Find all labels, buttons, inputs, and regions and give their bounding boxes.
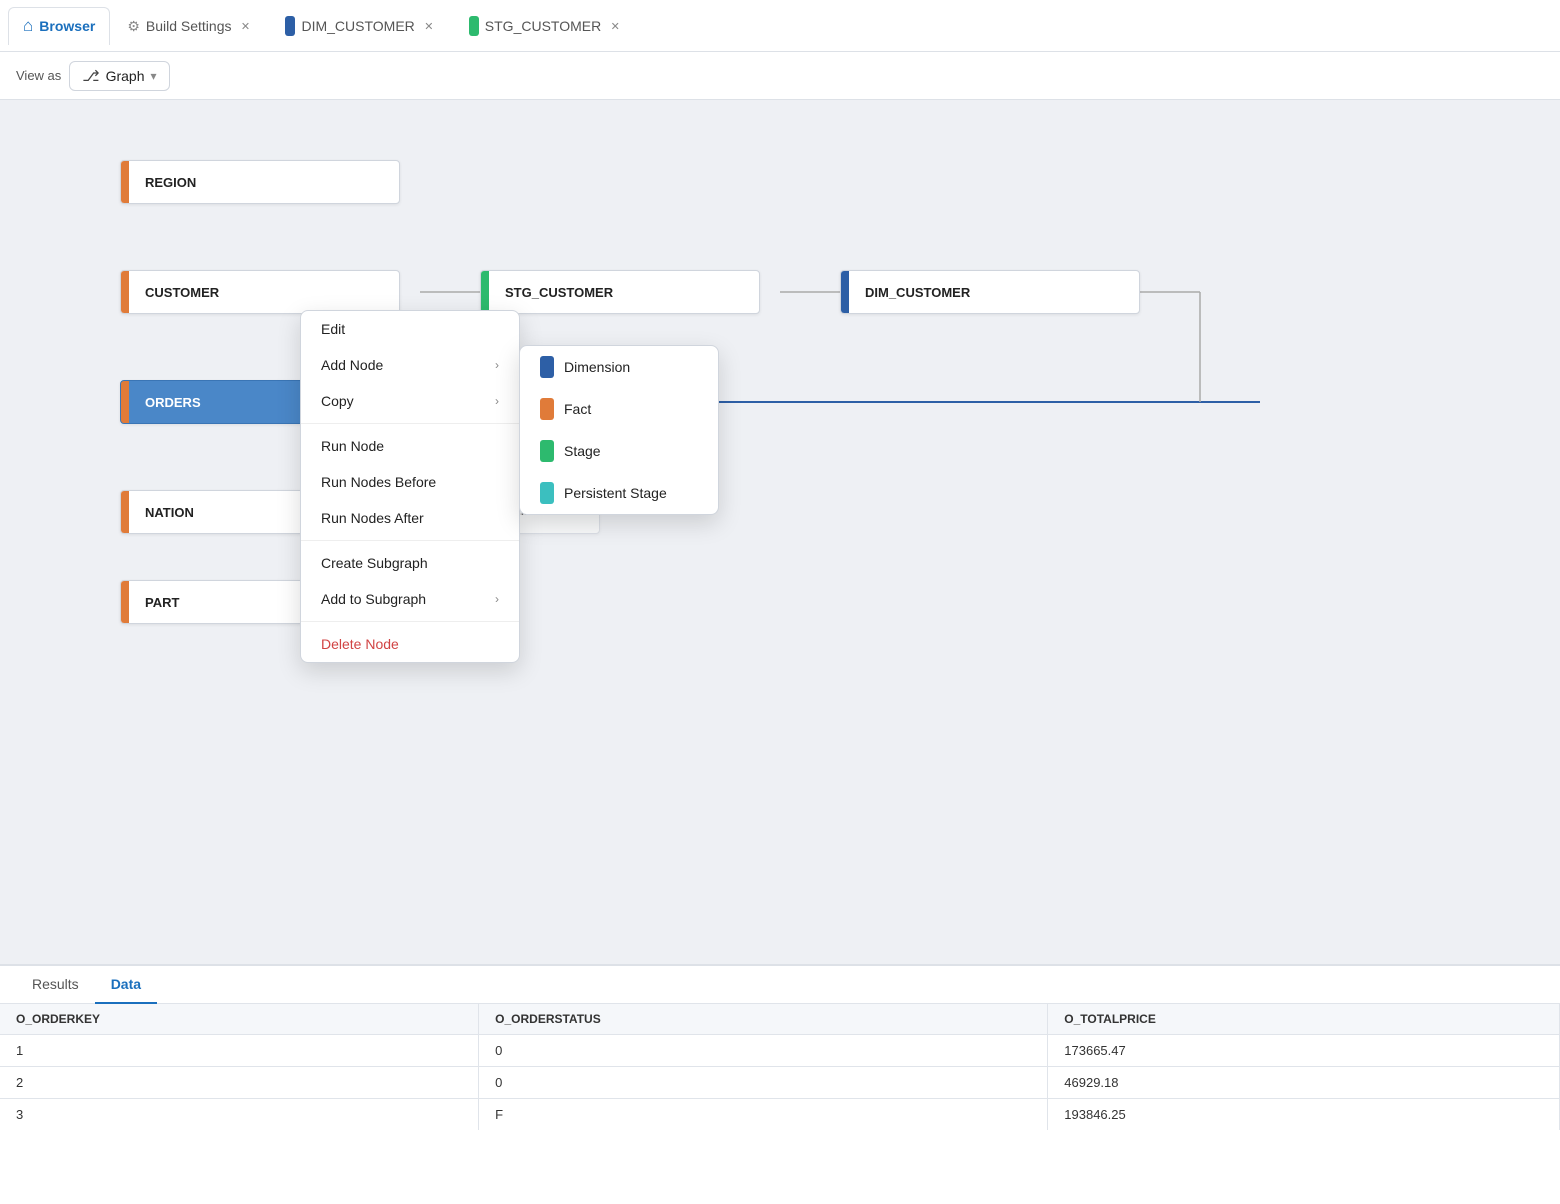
- close-dim-customer[interactable]: ✕: [421, 18, 437, 34]
- submenu-fact-label: Fact: [564, 401, 591, 417]
- col-header-orderstatus: O_ORDERSTATUS: [479, 1004, 1048, 1035]
- divider-3: [301, 621, 519, 622]
- node-stg-customer[interactable]: STG_CUSTOMER: [480, 270, 760, 314]
- submenu-stage-label: Stage: [564, 443, 601, 459]
- tab-dim-customer-label: DIM_CUSTOMER: [301, 18, 414, 34]
- menu-item-add-node[interactable]: Add Node › Dimension Fact Stage: [301, 347, 519, 383]
- submenu-dimension-label: Dimension: [564, 359, 630, 375]
- persistent-dot: [540, 482, 554, 504]
- fact-dot: [540, 398, 554, 420]
- table-cell: 3: [0, 1099, 479, 1131]
- menu-item-add-subgraph[interactable]: Add to Subgraph ›: [301, 581, 519, 617]
- table-cell: 1: [0, 1035, 479, 1067]
- node-dim-customer[interactable]: DIM_CUSTOMER: [840, 270, 1140, 314]
- menu-add-subgraph-label: Add to Subgraph: [321, 591, 426, 607]
- table-row: 3F193846.25: [0, 1099, 1560, 1131]
- view-mode-label: Graph: [106, 68, 145, 84]
- tab-stg-customer[interactable]: STG_CUSTOMER ✕: [454, 7, 638, 45]
- tab-browser-label: Browser: [39, 18, 95, 34]
- table-header-row: O_ORDERKEY O_ORDERSTATUS O_TOTALPRICE: [0, 1004, 1560, 1035]
- divider-1: [301, 423, 519, 424]
- graph-icon: ⎇: [82, 67, 99, 85]
- submenu-fact[interactable]: Fact: [520, 388, 718, 430]
- tab-bar: ⌂ Browser ⚙ Build Settings ✕ DIM_CUSTOME…: [0, 0, 1560, 52]
- bottom-panel: Results Data O_ORDERKEY O_ORDERSTATUS O_…: [0, 964, 1560, 1204]
- table-row: 2046929.18: [0, 1067, 1560, 1099]
- node-customer[interactable]: CUSTOMER: [120, 270, 400, 314]
- stage-dot: [540, 440, 554, 462]
- tab-dim-customer[interactable]: DIM_CUSTOMER ✕: [270, 7, 451, 45]
- col-header-totalprice: O_TOTALPRICE: [1048, 1004, 1560, 1035]
- submenu-persistent-stage[interactable]: Persistent Stage: [520, 472, 718, 514]
- stg-customer-icon: [469, 16, 479, 36]
- view-as-label: View as: [16, 68, 61, 83]
- menu-create-subgraph-label: Create Subgraph: [321, 555, 428, 571]
- menu-item-delete-node[interactable]: Delete Node: [301, 626, 519, 662]
- context-menu: Edit Add Node › Dimension Fact: [300, 310, 520, 663]
- tab-browser[interactable]: ⌂ Browser: [8, 7, 110, 45]
- node-dim-customer-label: DIM_CUSTOMER: [849, 285, 986, 300]
- menu-run-before-label: Run Nodes Before: [321, 474, 436, 490]
- menu-item-run-node[interactable]: Run Node: [301, 428, 519, 464]
- add-node-submenu: Dimension Fact Stage Persistent Stage: [519, 345, 719, 515]
- submenu-dimension[interactable]: Dimension: [520, 346, 718, 388]
- data-tab-label: Data: [111, 976, 141, 992]
- table-cell: 2: [0, 1067, 479, 1099]
- home-icon: ⌂: [23, 16, 33, 36]
- gear-icon: ⚙: [127, 18, 140, 35]
- table-cell: 0: [479, 1067, 1048, 1099]
- divider-2: [301, 540, 519, 541]
- node-region[interactable]: REGION: [120, 160, 400, 204]
- node-region-label: REGION: [129, 175, 212, 190]
- menu-run-node-label: Run Node: [321, 438, 384, 454]
- bottom-tab-data[interactable]: Data: [95, 966, 157, 1004]
- copy-chevron: ›: [495, 394, 499, 408]
- add-node-chevron: ›: [495, 358, 499, 372]
- table-container: O_ORDERKEY O_ORDERSTATUS O_TOTALPRICE 10…: [0, 1004, 1560, 1204]
- bottom-tabs: Results Data: [0, 966, 1560, 1004]
- node-orders-label: ORDERS: [129, 395, 217, 410]
- chevron-down-icon: ▾: [151, 69, 157, 83]
- submenu-stage[interactable]: Stage: [520, 430, 718, 472]
- table-row: 10173665.47: [0, 1035, 1560, 1067]
- main-content: REGION CUSTOMER STG_CUSTOMER DIM_CUSTOME…: [0, 100, 1560, 1204]
- table-cell: F: [479, 1099, 1048, 1131]
- menu-copy-label: Copy: [321, 393, 354, 409]
- col-header-orderkey: O_ORDERKEY: [0, 1004, 479, 1035]
- menu-item-create-subgraph[interactable]: Create Subgraph: [301, 545, 519, 581]
- menu-item-copy[interactable]: Copy ›: [301, 383, 519, 419]
- dimension-dot: [540, 356, 554, 378]
- node-part-label: PART: [129, 595, 195, 610]
- menu-edit-label: Edit: [321, 321, 345, 337]
- table-cell: 0: [479, 1035, 1048, 1067]
- graph-canvas[interactable]: REGION CUSTOMER STG_CUSTOMER DIM_CUSTOME…: [0, 100, 1560, 964]
- node-customer-label: CUSTOMER: [129, 285, 235, 300]
- tab-build-settings-label: Build Settings: [146, 18, 232, 34]
- dim-customer-icon: [285, 16, 295, 36]
- node-stg-customer-label: STG_CUSTOMER: [489, 285, 629, 300]
- tab-stg-customer-label: STG_CUSTOMER: [485, 18, 601, 34]
- node-nation-label: NATION: [129, 505, 210, 520]
- submenu-persistent-label: Persistent Stage: [564, 485, 667, 501]
- menu-add-node-label: Add Node: [321, 357, 383, 373]
- menu-item-edit[interactable]: Edit: [301, 311, 519, 347]
- menu-run-after-label: Run Nodes After: [321, 510, 424, 526]
- tab-build-settings[interactable]: ⚙ Build Settings ✕: [112, 7, 268, 45]
- bottom-tab-results[interactable]: Results: [16, 966, 95, 1004]
- close-build-settings[interactable]: ✕: [237, 18, 253, 34]
- results-tab-label: Results: [32, 976, 79, 992]
- table-cell: 193846.25: [1048, 1099, 1560, 1131]
- menu-item-run-before[interactable]: Run Nodes Before: [301, 464, 519, 500]
- close-stg-customer[interactable]: ✕: [607, 18, 623, 34]
- data-table: O_ORDERKEY O_ORDERSTATUS O_TOTALPRICE 10…: [0, 1004, 1560, 1130]
- table-cell: 173665.47: [1048, 1035, 1560, 1067]
- menu-item-run-after[interactable]: Run Nodes After: [301, 500, 519, 536]
- add-subgraph-chevron: ›: [495, 592, 499, 606]
- toolbar: View as ⎇ Graph ▾: [0, 52, 1560, 100]
- view-selector[interactable]: ⎇ Graph ▾: [69, 61, 169, 91]
- table-cell: 46929.18: [1048, 1067, 1560, 1099]
- menu-delete-label: Delete Node: [321, 636, 399, 652]
